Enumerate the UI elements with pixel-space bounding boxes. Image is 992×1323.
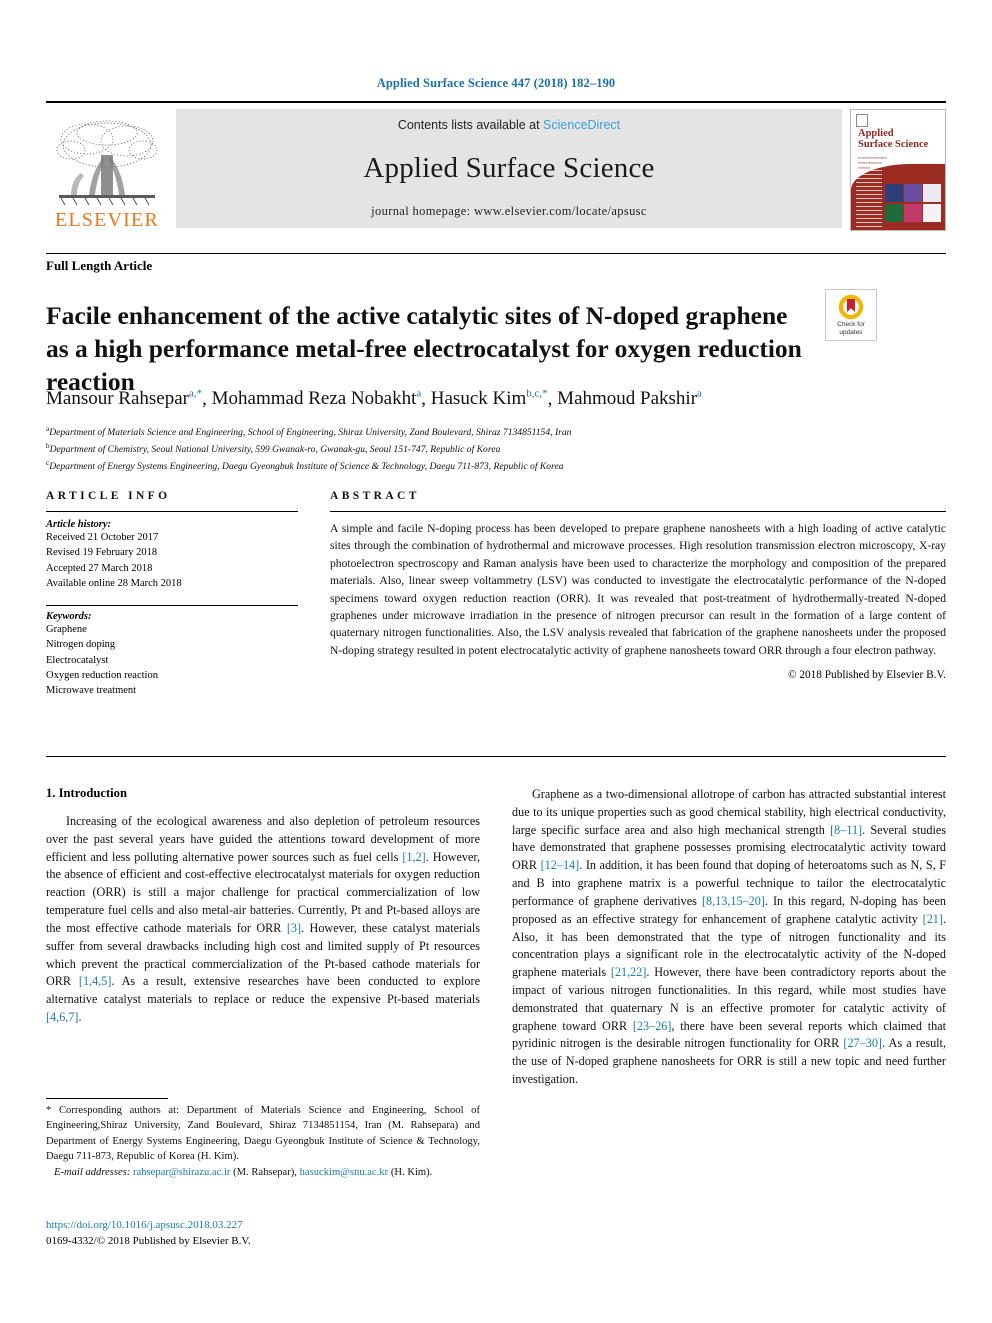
section-heading-introduction: 1. Introduction	[46, 786, 127, 800]
affiliation-item: aDepartment of Materials Science and Eng…	[46, 425, 572, 439]
abstract-column: ABSTRACT A simple and facile N-doping pr…	[330, 490, 946, 699]
email-owner-2: (H. Kim).	[390, 1167, 433, 1179]
doi-link[interactable]: https://doi.org/10.1016/j.apsusc.2018.03…	[46, 1218, 480, 1234]
email-link-1[interactable]: rahsepar@shirazu.ac.ir	[133, 1167, 230, 1178]
keywords-box: Keywords: Graphene Nitrogen doping Elect…	[46, 604, 298, 699]
article-type-label: Full Length Article	[46, 258, 153, 273]
crossmark-label: Check for updates	[837, 321, 865, 336]
author-list: Mansour Rahsepara,*, Mohammad Reza Nobak…	[46, 388, 702, 410]
history-accepted: Accepted 27 March 2018	[46, 562, 153, 574]
author-item[interactable]: Mansour Rahsepara,*	[46, 388, 202, 409]
affiliation-item: bDepartment of Chemistry, Seoul National…	[46, 441, 501, 455]
keyword-item: Nitrogen doping	[46, 639, 116, 651]
article-info-column: ARTICLE INFO Article history: Received 2…	[46, 490, 298, 699]
journal-cover-thumbnail: Applied Surface Science ▪▪▪▪▪▪▪▪▪▪▪▪▪▪▪▪…	[850, 109, 946, 231]
journal-banner: ELSEVIER Contents lists available at Sci…	[46, 101, 946, 232]
contents-lists-line: Contents lists available at ScienceDirec…	[398, 118, 620, 132]
contents-prefix: Contents lists available at	[397, 118, 544, 132]
author-item[interactable]: Mahmoud Pakshira	[557, 388, 702, 409]
title-divider	[46, 253, 946, 254]
email-link-2[interactable]: hasuckim@snu.ac.kr	[300, 1167, 389, 1178]
footnote-divider	[46, 1098, 168, 1099]
keyword-item: Graphene	[46, 623, 87, 635]
affiliation-list: aDepartment of Materials Science and Eng…	[46, 424, 926, 474]
page-title: Facile enhancement of the active catalyt…	[46, 301, 802, 396]
email-owner-1: (M. Rahsepar),	[233, 1167, 297, 1179]
cover-figure-grid	[885, 184, 941, 222]
journal-homepage-link[interactable]: journal homepage: www.elsevier.com/locat…	[371, 204, 647, 219]
affiliation-item: cDepartment of Energy Systems Engineerin…	[46, 458, 564, 472]
cover-publisher-mark-icon	[856, 114, 868, 127]
crossmark-icon	[838, 294, 864, 320]
keywords-label: Keywords:	[46, 610, 92, 622]
email-label: E-mail addresses:	[53, 1167, 131, 1179]
abstract-text: A simple and facile N-doping process has…	[330, 522, 946, 657]
paragraph: Increasing of the ecological awareness a…	[46, 814, 480, 1024]
abstract-heading: ABSTRACT	[330, 490, 420, 502]
body-columns: 1. Introduction Increasing of the ecolog…	[46, 786, 946, 1256]
abstract-copyright: © 2018 Published by Elsevier B.V.	[787, 669, 946, 682]
crossmark-badge[interactable]: Check for updates	[825, 289, 877, 341]
body-column-left: 1. Introduction Increasing of the ecolog…	[46, 786, 480, 1256]
abstract-rule	[330, 511, 946, 512]
history-revised: Revised 19 February 2018	[46, 547, 158, 559]
journal-title: Applied Surface Science	[363, 151, 655, 184]
cover-title: Applied Surface Science	[858, 128, 929, 151]
article-info-heading: ARTICLE INFO	[46, 490, 171, 502]
corresponding-author-note: * Corresponding authors at: Department o…	[46, 1105, 480, 1163]
paragraph: Graphene as a two-dimensional allotrope …	[512, 787, 947, 1086]
keyword-item: Microwave treatment	[46, 685, 137, 697]
doi-block: https://doi.org/10.1016/j.apsusc.2018.03…	[46, 1218, 480, 1249]
body-column-right: Graphene as a two-dimensional allotrope …	[512, 786, 946, 1256]
article-info-abstract-block: ARTICLE INFO Article history: Received 2…	[46, 490, 946, 699]
journal-banner-center: Contents lists available at ScienceDirec…	[176, 109, 842, 228]
article-info-rule	[46, 511, 298, 512]
keywords-rule	[46, 604, 298, 606]
email-addresses-note: E-mail addresses: rahsepar@shirazu.ac.ir…	[46, 1165, 480, 1180]
running-head: Applied Surface Science 447 (2018) 182–1…	[376, 76, 616, 90]
article-history-label: Article history:	[46, 519, 112, 530]
elsevier-wordmark: ELSEVIER	[54, 209, 160, 231]
author-item[interactable]: Hasuck Kimb,c,*	[431, 388, 548, 409]
keyword-item: Oxygen reduction reaction	[46, 669, 158, 681]
paper-page: Applied Surface Science 447 (2018) 182–1…	[0, 0, 992, 1323]
author-item[interactable]: Mohammad Reza Nobakhta	[212, 388, 422, 409]
issn-copyright-line: 0169-4332/© 2018 Published by Elsevier B…	[46, 1234, 251, 1247]
history-available-online: Available online 28 March 2018	[46, 578, 182, 590]
sciencedirect-link[interactable]: ScienceDirect	[543, 118, 620, 132]
keyword-item: Electrocatalyst	[46, 654, 109, 666]
elsevier-tree-icon	[56, 120, 158, 206]
cover-contents-lines	[856, 170, 882, 230]
footnote-block: * Corresponding authors at: Department o…	[46, 1098, 480, 1181]
elsevier-logo: ELSEVIER	[46, 109, 168, 232]
history-received: Received 21 October 2017	[46, 532, 159, 543]
abstract-bottom-divider	[46, 756, 946, 757]
